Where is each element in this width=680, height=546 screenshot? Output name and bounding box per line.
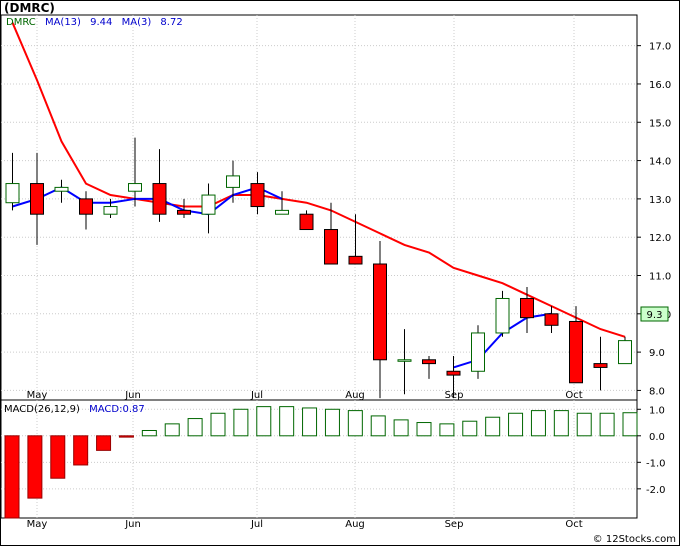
macd-bar-positive xyxy=(416,422,432,437)
macd-bar-negative xyxy=(4,435,20,519)
candle-body-down xyxy=(250,183,265,208)
price-x-label: Oct xyxy=(565,390,582,401)
price-x-label: Jul xyxy=(250,390,263,401)
candle-body-up xyxy=(128,183,142,192)
candle-body-down xyxy=(544,313,559,326)
macd-bar-positive xyxy=(347,410,363,437)
macd-x-label: Sep xyxy=(445,519,464,530)
macd-x-label: Jul xyxy=(250,519,263,530)
macd-bar-positive xyxy=(279,406,295,437)
candle xyxy=(471,325,485,379)
macd-bar-positive xyxy=(530,410,546,437)
stock-chart: (DMRC) 8.09.010.011.012.013.014.015.016.… xyxy=(0,0,680,546)
macd-bar-positive xyxy=(370,415,386,437)
macd-bar-positive xyxy=(187,418,203,437)
price-tick-label: 11.0 xyxy=(649,271,671,282)
macd-bar-positive xyxy=(256,406,272,437)
macd-bar-positive xyxy=(508,412,524,437)
candle-body-up xyxy=(103,206,118,215)
price-tick-label: 13.0 xyxy=(649,195,671,206)
legend-ticker: DMRC xyxy=(6,17,36,28)
macd-bar-positive xyxy=(599,412,615,437)
candle-body-down xyxy=(177,209,191,215)
macd-legend: MACD(26,12,9) MACD:0.87 xyxy=(4,404,145,415)
macd-bar-positive xyxy=(576,412,592,437)
macd-bar-positive xyxy=(553,410,569,437)
macd-bar-negative xyxy=(50,435,66,479)
macd-bar-negative xyxy=(27,435,43,499)
macd-legend-label: MACD(26,12,9) xyxy=(4,404,80,415)
chart-border xyxy=(0,0,680,546)
macd-bar-positive xyxy=(233,408,249,437)
price-tick-label: 17.0 xyxy=(649,42,671,53)
candle-body-up xyxy=(495,297,510,334)
candle-body-up xyxy=(471,332,485,372)
macd-bar-positive xyxy=(141,429,157,437)
macd-x-label: May xyxy=(27,519,48,530)
price-tick-label: 16.0 xyxy=(649,80,671,91)
candle-body-down xyxy=(593,363,608,368)
macd-bar-positive xyxy=(302,407,318,437)
watermark: © 12Stocks.com xyxy=(593,534,676,545)
candle-body-up xyxy=(618,340,632,365)
candle-body-up xyxy=(397,359,412,362)
chart-title: (DMRC) xyxy=(4,1,55,15)
candle-body-up xyxy=(54,186,69,192)
price-tick-label: 9.0 xyxy=(649,348,665,359)
macd-legend-value: MACD:0.87 xyxy=(89,404,145,415)
macd-tick-label: 0.0 xyxy=(649,432,665,443)
price-tick-label: 14.0 xyxy=(649,157,671,168)
price-tick-label: 8.0 xyxy=(649,386,665,397)
candle-body-down xyxy=(446,370,461,376)
candle-body-down xyxy=(324,229,338,265)
candle-body-down xyxy=(79,198,93,215)
macd-tick-label: -1.0 xyxy=(646,458,666,469)
candle-body-down xyxy=(422,359,436,365)
macd-tick-label: 1.0 xyxy=(649,405,665,416)
candle-body-up xyxy=(5,183,20,204)
macd-bar-positive xyxy=(485,416,501,437)
candle-body-down xyxy=(520,297,534,319)
candle-body-down xyxy=(299,213,314,231)
macd-bar-positive xyxy=(622,412,638,437)
macd-tick-label: -2.0 xyxy=(646,485,666,496)
macd-bar-positive xyxy=(324,408,340,437)
macd-bar-positive xyxy=(462,420,478,437)
legend-ma13-label: MA(13) xyxy=(45,17,81,28)
macd-x-label: Oct xyxy=(565,519,582,530)
macd-x-label: Aug xyxy=(345,519,365,530)
last-price-label: 9.3 xyxy=(647,310,663,321)
price-x-label: Aug xyxy=(345,390,365,401)
macd-bar-positive xyxy=(164,423,180,437)
macd-bar-negative xyxy=(96,435,112,451)
macd-bar-positive xyxy=(393,419,409,437)
legend-ma3-label: MA(3) xyxy=(122,17,152,28)
price-x-label: Sep xyxy=(445,390,464,401)
candle-body-down xyxy=(348,255,363,265)
price-x-label: Jun xyxy=(124,390,141,401)
legend-ma13-value: 9.44 xyxy=(90,17,112,28)
price-x-label: May xyxy=(27,390,48,401)
macd-bar-negative xyxy=(118,435,134,438)
macd-bar-negative xyxy=(73,435,89,466)
candle-body-up xyxy=(201,194,216,215)
price-tick-label: 12.0 xyxy=(649,233,671,244)
candle-body-down xyxy=(152,183,167,215)
legend-ma3-value: 8.72 xyxy=(160,17,182,28)
macd-x-label: Jun xyxy=(124,519,141,530)
candle-body-up xyxy=(226,175,240,188)
price-tick-label: 15.0 xyxy=(649,118,671,129)
candle-body-up xyxy=(275,209,289,215)
macd-bar-positive xyxy=(210,412,226,437)
candle-body-down xyxy=(569,320,583,384)
macd-bar-positive xyxy=(439,423,455,437)
candle-body-down xyxy=(373,263,387,361)
candle-body-down xyxy=(30,183,44,215)
candle xyxy=(618,336,632,365)
